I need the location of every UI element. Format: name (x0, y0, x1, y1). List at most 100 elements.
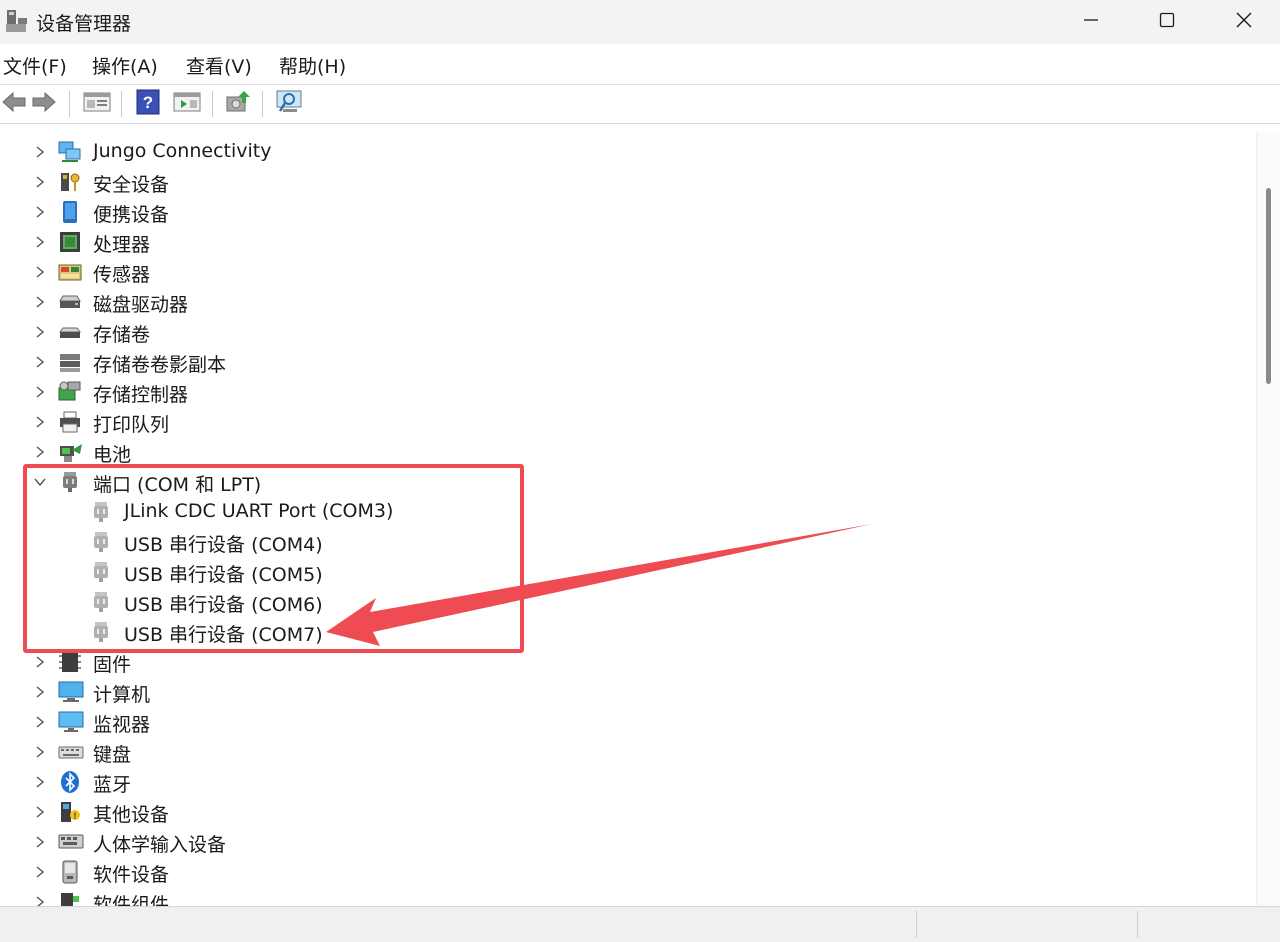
status-separator (1137, 911, 1138, 938)
chevron-right-icon[interactable] (33, 685, 47, 699)
tree-node-label: 监视器 (93, 714, 151, 736)
scan-hardware-icon (275, 89, 305, 119)
tree-node-label: 软件设备 (93, 864, 170, 886)
tree-node[interactable]: 安全设备 (0, 167, 1240, 197)
forward-button[interactable] (30, 90, 58, 118)
tree-node[interactable]: ! 其他设备 (0, 797, 1240, 827)
tree-node[interactable]: 存储控制器 (0, 377, 1240, 407)
storage-volume-icon (58, 320, 82, 344)
scan-hardware-button[interactable] (276, 90, 304, 118)
chevron-right-icon[interactable] (33, 805, 47, 819)
toolbar-separator (121, 91, 122, 117)
tree-node-label: 计算机 (93, 684, 151, 706)
vertical-scrollbar[interactable] (1256, 132, 1280, 906)
tree-node-label: 存储控制器 (93, 384, 189, 406)
menu-help[interactable]: 帮助(H) (279, 52, 346, 79)
chevron-right-icon[interactable] (33, 325, 47, 339)
show-hide-icon (173, 90, 201, 118)
tree-node[interactable]: 人体学输入设备 (0, 827, 1240, 857)
tree-node[interactable]: Jungo Connectivity (0, 137, 1240, 167)
tree-node-label: 蓝牙 (93, 774, 132, 796)
help-button[interactable]: ? (134, 89, 162, 118)
title-bar: 设备管理器 (0, 0, 1280, 44)
tree-node[interactable]: 处理器 (0, 227, 1240, 257)
highlight-box (23, 464, 524, 653)
monitor-icon (58, 710, 84, 734)
properties-icon (83, 90, 111, 118)
svg-text:?: ? (143, 93, 153, 112)
chevron-right-icon[interactable] (33, 835, 47, 849)
tree-node[interactable]: 电池 (0, 437, 1240, 467)
tree-node[interactable]: 蓝牙 (0, 767, 1240, 797)
chevron-right-icon[interactable] (33, 745, 47, 759)
chevron-right-icon[interactable] (33, 655, 47, 669)
chevron-right-icon[interactable] (33, 235, 47, 249)
tree-node[interactable]: 软件设备 (0, 857, 1240, 887)
tree-node[interactable]: 软件组件 (0, 887, 1240, 906)
sensor-icon (58, 260, 82, 284)
tree-node-label: 键盘 (93, 744, 132, 766)
chevron-right-icon[interactable] (33, 865, 47, 879)
tree-node[interactable]: 键盘 (0, 737, 1240, 767)
back-arrow-icon (1, 90, 27, 118)
status-separator (916, 911, 917, 938)
chevron-right-icon[interactable] (33, 355, 47, 369)
tree-node[interactable]: 监视器 (0, 707, 1240, 737)
toolbar: ? (0, 85, 1280, 124)
keyboard-icon (58, 740, 84, 764)
show-hide-button[interactable] (173, 90, 201, 118)
tree-node-label: 处理器 (93, 234, 151, 256)
disk-drive-icon (58, 290, 82, 314)
chevron-right-icon[interactable] (33, 145, 47, 159)
tree-node[interactable]: 存储卷 (0, 317, 1240, 347)
menu-action[interactable]: 操作(A) (92, 52, 158, 79)
chevron-right-icon[interactable] (33, 415, 47, 429)
minimize-button[interactable] (1052, 0, 1130, 44)
minimize-icon (1083, 12, 1099, 32)
firmware-chip-icon (58, 650, 82, 674)
tree-node[interactable]: 便携设备 (0, 197, 1240, 227)
software-device-icon (58, 860, 82, 884)
computer-icon (58, 680, 84, 704)
tree-node-label: 存储卷卷影副本 (93, 354, 227, 376)
processor-chip-icon (58, 230, 82, 254)
tree-node-label: 传感器 (93, 264, 151, 286)
close-button[interactable] (1205, 0, 1280, 44)
status-bar (0, 906, 1280, 942)
tree-node-label: 软件组件 (93, 894, 170, 906)
tree-node[interactable]: 传感器 (0, 257, 1240, 287)
maximize-button[interactable] (1128, 0, 1206, 44)
tree-node-label: 打印队列 (93, 414, 170, 436)
chevron-right-icon[interactable] (33, 445, 47, 459)
menu-bar: 文件(F) 操作(A) 查看(V) 帮助(H) (0, 44, 1280, 85)
tree-node-label: 其他设备 (93, 804, 170, 826)
svg-text:!: ! (74, 811, 77, 821)
tree-node[interactable]: 计算机 (0, 677, 1240, 707)
scrollbar-thumb[interactable] (1266, 188, 1271, 384)
menu-file[interactable]: 文件(F) (3, 52, 67, 79)
properties-button[interactable] (83, 90, 111, 118)
chevron-right-icon[interactable] (33, 895, 47, 906)
tree-node[interactable]: 打印队列 (0, 407, 1240, 437)
tree-node[interactable]: 存储卷卷影副本 (0, 347, 1240, 377)
toolbar-separator (212, 91, 213, 117)
update-driver-button[interactable] (224, 90, 252, 118)
chevron-right-icon[interactable] (33, 295, 47, 309)
chevron-right-icon[interactable] (33, 385, 47, 399)
toolbar-separator (69, 91, 70, 117)
tree-node-label: 安全设备 (93, 174, 170, 196)
shadow-copy-icon (58, 350, 82, 374)
menu-view[interactable]: 查看(V) (186, 52, 252, 79)
tree-node-label: 人体学输入设备 (93, 834, 227, 856)
chevron-right-icon[interactable] (33, 265, 47, 279)
network-monitor-icon (58, 140, 82, 164)
chevron-right-icon[interactable] (33, 775, 47, 789)
chevron-right-icon[interactable] (33, 715, 47, 729)
storage-controller-icon (58, 380, 82, 404)
tree-node[interactable]: 磁盘驱动器 (0, 287, 1240, 317)
chevron-right-icon[interactable] (33, 205, 47, 219)
back-button[interactable] (0, 90, 28, 118)
chevron-right-icon[interactable] (33, 175, 47, 189)
tree-node-label: 存储卷 (93, 324, 151, 346)
printer-icon (58, 410, 82, 434)
